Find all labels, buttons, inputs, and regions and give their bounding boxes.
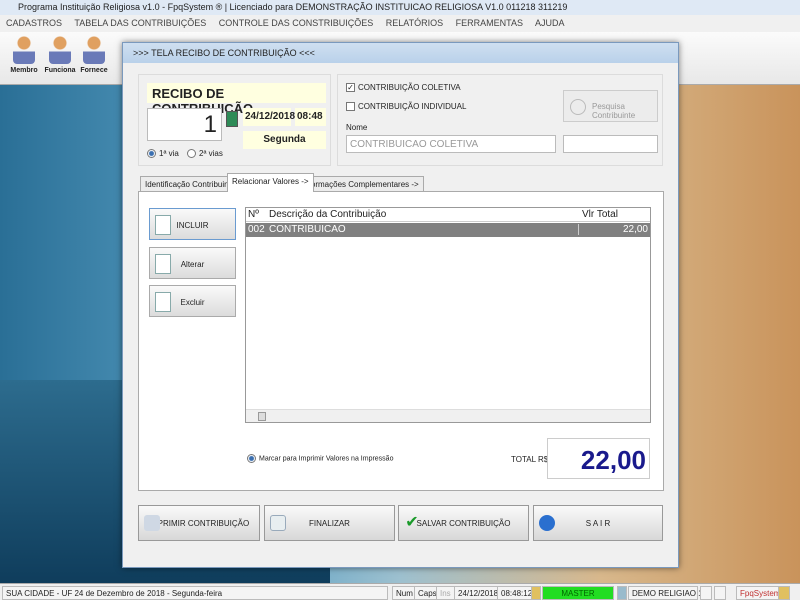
menu-controle[interactable]: CONTROLE DAS CONSTRIBUIÇÕES — [219, 18, 374, 28]
time-field: 08:48 — [295, 108, 326, 126]
employees-icon — [49, 36, 71, 64]
date-field: 24/12/2018 — [243, 108, 295, 126]
membro-button[interactable]: Membro — [6, 36, 42, 82]
values-grid: Nº Descrição da Contribuição Vlr Total 0… — [245, 207, 651, 423]
coletiva-checkbox[interactable]: ✓ CONTRIBUIÇÃO COLETIVA — [346, 83, 461, 93]
fornecedor-button[interactable]: Fornece — [76, 36, 112, 82]
contributor-code-input[interactable] — [563, 135, 658, 153]
salvar-label: SALVAR CONTRIBUIÇÃO — [416, 519, 511, 528]
table-row[interactable]: 002 CONTRIBUICAO 22,00 — [246, 223, 650, 237]
membro-label: Membro — [10, 67, 38, 74]
menu-ajuda[interactable]: AJUDA — [535, 18, 565, 28]
alterar-button[interactable]: Alterar — [149, 247, 236, 279]
via1-radio[interactable]: 1ª via — [147, 149, 179, 159]
user-icon — [531, 586, 541, 600]
status-ins: Ins — [436, 586, 455, 600]
people-search-icon — [570, 99, 586, 115]
status-user: MASTER — [542, 586, 614, 600]
sair-label: S A I R — [585, 519, 611, 528]
horizontal-scrollbar[interactable] — [246, 409, 650, 422]
add-icon — [155, 215, 171, 235]
edit-icon — [155, 254, 171, 274]
search-button-label: Pesquisa Contribuinte — [592, 102, 636, 120]
radio-off-icon — [187, 149, 196, 159]
status-bar: SUA CIDADE - UF 24 de Dezembro de 2018 -… — [0, 583, 800, 600]
sair-button[interactable]: S A I R — [533, 505, 663, 541]
status-date: 24/12/2018 — [454, 586, 503, 600]
print-values-label: Marcar para Imprimir Valores na Impressã… — [259, 455, 394, 463]
salvar-button[interactable]: ✔ SALVAR CONTRIBUIÇÃO — [398, 505, 529, 541]
grid-header: Nº Descrição da Contribuição Vlr Total — [246, 208, 650, 222]
via2-radio[interactable]: 2ª vias — [187, 149, 223, 159]
status-city: SUA CIDADE - UF 24 de Dezembro de 2018 -… — [2, 586, 388, 600]
print-values-radio[interactable]: Marcar para Imprimir Valores na Impressã… — [247, 454, 393, 463]
menu-ferramentas[interactable]: FERRAMENTAS — [456, 18, 523, 28]
excluir-label: Excluir — [180, 298, 205, 307]
excluir-button[interactable]: Excluir — [149, 285, 236, 317]
menu-tabela-contribuicoes[interactable]: TABELA DAS CONTRIBUIÇÕES — [74, 18, 206, 28]
incluir-label: INCLUIR — [176, 221, 209, 230]
finalizar-label: FINALIZAR — [309, 519, 350, 528]
receipt-number: 1 — [147, 108, 222, 141]
status-version: DEMO RELIGIAO 1.0 — [628, 586, 709, 600]
receipt-dialog: >>> TELA RECIBO DE CONTRIBUIÇÃO <<< RECI… — [122, 42, 679, 568]
members-icon — [13, 36, 35, 64]
delete-icon — [155, 292, 171, 312]
incluir-button[interactable]: INCLUIR — [149, 208, 236, 240]
menu-cadastros[interactable]: CADASTROS — [6, 18, 62, 28]
printer-icon — [144, 515, 160, 531]
menu-relatorios[interactable]: RELATÓRIOS — [386, 18, 443, 28]
version-icon — [617, 586, 627, 600]
info-icon — [778, 586, 790, 600]
funcionario-button[interactable]: Funciona — [42, 36, 78, 82]
fornece-label: Fornece — [80, 67, 108, 74]
supplier-icon — [83, 36, 105, 64]
name-input[interactable]: CONTRIBUICAO COLETIVA — [346, 135, 556, 153]
tab-content: INCLUIR Alterar Excluir Nº Descrição da … — [138, 191, 664, 491]
receipt-title: RECIBO DE CONTRIBUIÇÃO — [147, 83, 326, 116]
window-title: Programa Instituição Religiosa v1.0 - Fp… — [0, 0, 800, 15]
document-check-icon — [270, 515, 286, 531]
cell-descricao: CONTRIBUICAO — [269, 224, 346, 235]
exit-icon — [539, 515, 555, 531]
alterar-label: Alterar — [180, 260, 205, 269]
individual-checkbox[interactable]: CONTRIBUIÇÃO INDIVIDUAL — [346, 102, 467, 112]
header-numero[interactable]: Nº — [248, 209, 259, 220]
name-label: Nome — [346, 123, 368, 132]
pesquisa-contribuinte-button[interactable]: Pesquisa Contribuinte — [563, 90, 658, 122]
calculator-icon[interactable] — [226, 111, 238, 127]
checkmark-icon: ✓ — [346, 83, 355, 93]
checkbox-empty-icon — [346, 102, 355, 112]
receipt-header-group: RECIBO DE CONTRIBUIÇÃO 1 24/12/2018 08:4… — [138, 74, 331, 166]
via2-label: 2ª vias — [199, 149, 223, 158]
weekday-field: Segunda — [243, 131, 326, 149]
finalizar-button[interactable]: FINALIZAR — [264, 505, 395, 541]
tab-relacionar-valores[interactable]: Relacionar Valores -> — [227, 173, 314, 192]
imprimir-label: IMPRIMIR CONTRIBUIÇÃO — [148, 519, 250, 528]
cell-numero: 002 — [248, 224, 265, 235]
total-label: TOTAL R$ — [511, 455, 549, 464]
tab-informacoes[interactable]: Informações Complementares -> — [297, 176, 424, 192]
header-descricao[interactable]: Descrição da Contribuição — [269, 209, 386, 220]
total-value: 22,00 — [547, 438, 650, 479]
radio-on-icon — [247, 454, 256, 463]
dialog-title: >>> TELA RECIBO DE CONTRIBUIÇÃO <<< — [123, 43, 678, 63]
checkmark-icon: ✔ — [405, 514, 419, 531]
individual-label: CONTRIBUIÇÃO INDIVIDUAL — [358, 102, 467, 111]
scrollbar-thumb[interactable] — [258, 412, 266, 421]
imprimir-button[interactable]: IMPRIMIR CONTRIBUIÇÃO — [138, 505, 260, 541]
coletiva-label: CONTRIBUIÇÃO COLETIVA — [358, 83, 461, 92]
radio-on-icon — [147, 149, 156, 159]
via1-label: 1ª via — [159, 149, 179, 158]
disk-icon — [700, 586, 712, 600]
calculator-icon — [714, 586, 726, 600]
menu-bar: CADASTROS TABELA DAS CONTRIBUIÇÕES CONTR… — [0, 15, 800, 32]
funciona-label: Funciona — [44, 67, 76, 74]
header-vlr-total[interactable]: Vlr Total — [582, 209, 618, 220]
contributor-group: ✓ CONTRIBUIÇÃO COLETIVA CONTRIBUIÇÃO INDI… — [337, 74, 663, 166]
cell-vlr-total: 22,00 — [578, 224, 648, 235]
